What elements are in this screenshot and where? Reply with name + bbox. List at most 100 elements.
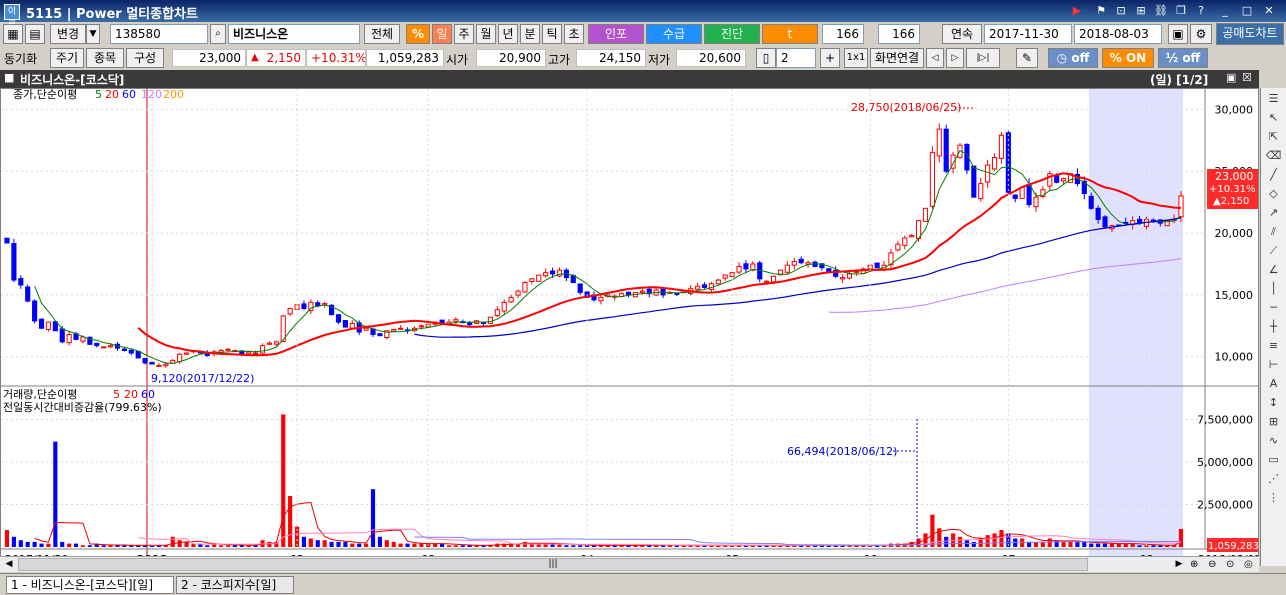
- tools-icon[interactable]: ⚙: [1190, 24, 1212, 44]
- box-icon[interactable]: ▭: [1263, 451, 1285, 468]
- tab-second[interactable]: 초: [564, 24, 584, 44]
- tab-chart-2[interactable]: 2 - 코스피지수[일]: [176, 576, 294, 594]
- menu-icon[interactable]: ☰: [1263, 90, 1285, 107]
- cursor-icon[interactable]: ↖: [1263, 109, 1285, 126]
- flag-icon[interactable]: ⚑: [1094, 4, 1108, 18]
- stock-code-field[interactable]: 138580: [110, 24, 208, 44]
- date-to-field[interactable]: 2018-08-03: [1074, 24, 1162, 44]
- chart-svg[interactable]: 30,00025,00020,00015,00010,000 7,500,000…: [1, 89, 1258, 565]
- tab-chart-1[interactable]: 1 - 비즈니스온-[코스닥][일]: [6, 576, 174, 594]
- ruler-icon[interactable]: ⊢: [1263, 356, 1285, 373]
- count-field-2[interactable]: 166: [878, 24, 920, 44]
- layout-icon[interactable]: ▯: [756, 48, 776, 68]
- fibo-fan-icon[interactable]: ⋰: [1263, 470, 1285, 487]
- prev-icon[interactable]: ◁: [926, 48, 944, 68]
- cycle-icon[interactable]: ∿: [1263, 432, 1285, 449]
- link-icon[interactable]: ⛓: [1154, 4, 1168, 18]
- fibo-icon[interactable]: ≡: [1263, 337, 1285, 354]
- scroll-right-icon[interactable]: ▶: [1172, 558, 1186, 571]
- all-button[interactable]: 전체: [364, 24, 400, 44]
- more-icon[interactable]: ⋮: [1263, 489, 1285, 506]
- change-button[interactable]: 변경: [50, 24, 86, 44]
- zoom-in-icon[interactable]: ⊕: [1190, 558, 1206, 571]
- candle-body: [163, 363, 169, 367]
- trend-icon[interactable]: ↗: [1263, 204, 1285, 221]
- sync-label[interactable]: 동기화: [4, 50, 37, 67]
- arrow-tool-icon[interactable]: ↕: [1263, 394, 1285, 411]
- volume-bar: [370, 489, 376, 547]
- diagnose-button[interactable]: 진단: [704, 24, 760, 44]
- change-pct-value: +10.31%: [306, 49, 366, 67]
- volume-value: 1,059,283: [366, 49, 444, 67]
- toggle-off-button-1[interactable]: ◷ off: [1048, 48, 1098, 68]
- text-tool-icon[interactable]: A: [1263, 375, 1285, 392]
- one-by-one-button[interactable]: 1x1: [844, 48, 868, 68]
- chart-area[interactable]: 30,00025,00020,00015,00010,000 7,500,000…: [0, 88, 1259, 566]
- chevron-down-icon[interactable]: ▼: [86, 24, 100, 44]
- zoom-out-icon[interactable]: ⊖: [1208, 558, 1224, 571]
- volume-bar: [1040, 541, 1045, 547]
- disk-icon[interactable]: ▣: [1168, 24, 1188, 44]
- add-icon[interactable]: +: [820, 48, 840, 68]
- continuous-button[interactable]: 연속: [942, 24, 982, 44]
- restore-icon[interactable]: ⊡: [1114, 4, 1128, 18]
- period-button[interactable]: 주기: [50, 48, 84, 68]
- horizontal-scrollbar[interactable]: ◀ ||| ▶ ⊕ ⊖ ⊙ ◎: [0, 556, 1259, 572]
- diamond-icon[interactable]: ◇: [1263, 185, 1285, 202]
- search-icon[interactable]: ⌕: [210, 24, 226, 44]
- tab-day[interactable]: 일: [432, 24, 452, 44]
- pointer-all-icon[interactable]: ⇱: [1263, 128, 1285, 145]
- volume-bar: [343, 541, 348, 547]
- screen-link-button[interactable]: 화면연결: [870, 48, 924, 68]
- info-button[interactable]: 인포: [588, 24, 644, 44]
- next-icon[interactable]: ▷: [946, 48, 964, 68]
- supply-button[interactable]: 수급: [646, 24, 702, 44]
- compose-button[interactable]: 구성: [126, 48, 164, 68]
- tab-tick[interactable]: 틱: [542, 24, 562, 44]
- low-label: 저가: [648, 53, 671, 67]
- pen-icon[interactable]: ✎: [1016, 48, 1038, 68]
- layout-count-select[interactable]: 2: [776, 48, 816, 68]
- zoom-reset-icon[interactable]: ⊙: [1226, 558, 1242, 571]
- tab-minute[interactable]: 분: [520, 24, 540, 44]
- channel-icon[interactable]: ⫽: [1263, 223, 1285, 240]
- volume-bar: [25, 541, 30, 547]
- fan-icon[interactable]: ⟋: [1263, 242, 1285, 259]
- stock-name-field[interactable]: 비즈니스온: [228, 24, 360, 44]
- vline-icon[interactable]: │: [1263, 280, 1285, 297]
- percent-button[interactable]: %: [406, 24, 430, 44]
- toggle-on-button[interactable]: % ON: [1102, 48, 1154, 68]
- help-icon[interactable]: ?: [1194, 4, 1208, 18]
- volume-bar: [4, 530, 10, 547]
- close-icon[interactable]: ✕: [1262, 4, 1276, 18]
- tab-week[interactable]: 주: [454, 24, 474, 44]
- grid-tool-icon[interactable]: ⊞: [1263, 413, 1285, 430]
- angle-icon[interactable]: ∠: [1263, 261, 1285, 278]
- tab-month[interactable]: 월: [476, 24, 496, 44]
- save-icon[interactable]: ▤: [25, 24, 45, 44]
- candle-body: [701, 284, 708, 288]
- grid-icon[interactable]: ▦: [3, 24, 23, 44]
- play-icon[interactable]: ▶: [1070, 4, 1084, 18]
- item-button[interactable]: 종목: [86, 48, 124, 68]
- toggle-off-button-2[interactable]: ½ off: [1158, 48, 1208, 68]
- scroll-thumb[interactable]: |||: [18, 558, 1088, 571]
- count-field-1[interactable]: 166: [822, 24, 864, 44]
- short-sell-chart-button[interactable]: 공매도차트: [1216, 23, 1284, 45]
- end-icon[interactable]: |▷|: [966, 48, 1000, 68]
- cross-icon[interactable]: ┼: [1263, 318, 1285, 335]
- scroll-left-icon[interactable]: ◀: [2, 558, 16, 571]
- tab-year[interactable]: 년: [498, 24, 518, 44]
- copy-icon[interactable]: ❐: [1174, 4, 1188, 18]
- pin-icon[interactable]: ⊞: [1134, 4, 1148, 18]
- t-button[interactable]: t: [762, 24, 818, 44]
- tile-icon[interactable]: ▣: [1226, 71, 1236, 84]
- hline-icon[interactable]: ─: [1263, 299, 1285, 316]
- panel-close-icon[interactable]: ☒: [1242, 71, 1252, 84]
- date-from-field[interactable]: 2017-11-30: [984, 24, 1072, 44]
- eraser-icon[interactable]: ⌫: [1263, 147, 1285, 164]
- zoom-fit-icon[interactable]: ◎: [1244, 558, 1258, 571]
- maximize-icon[interactable]: □: [1240, 4, 1254, 18]
- line-tool-icon[interactable]: ╱: [1263, 166, 1285, 183]
- minimize-icon[interactable]: _: [1218, 4, 1232, 18]
